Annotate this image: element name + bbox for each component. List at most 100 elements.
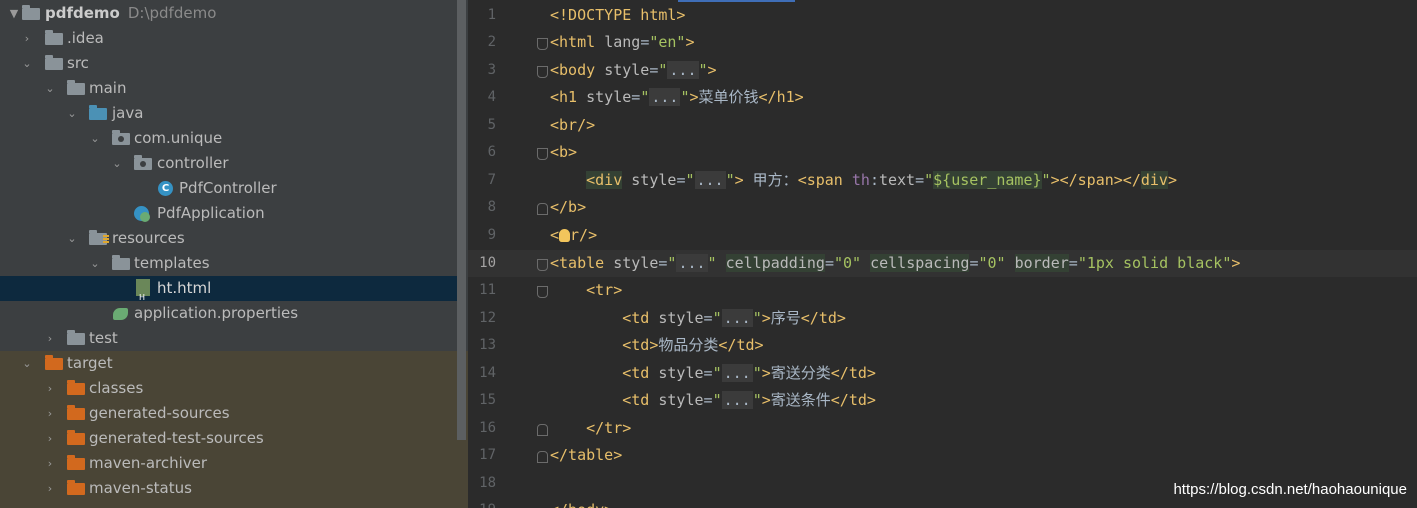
chevron-right-icon[interactable]: › bbox=[43, 426, 57, 451]
html-file-icon bbox=[136, 279, 150, 310]
excluded-folder-icon bbox=[67, 430, 85, 445]
tree-scrollbar[interactable] bbox=[457, 0, 466, 440]
chevron-down-icon[interactable]: ▼ bbox=[7, 1, 21, 26]
tree-item-pdfcontroller[interactable]: C PdfController bbox=[0, 176, 458, 201]
tree-item-generated-test-sources[interactable]: › generated-test-sources bbox=[0, 426, 458, 451]
code-text: 菜单价钱 bbox=[698, 88, 759, 106]
fold-marker-icon[interactable] bbox=[537, 286, 548, 298]
chevron-right-icon[interactable]: › bbox=[43, 326, 57, 351]
chevron-right-icon[interactable]: › bbox=[43, 376, 57, 401]
tree-item-test[interactable]: › test bbox=[0, 326, 458, 351]
tree-item-label: test bbox=[89, 329, 118, 347]
tree-item-src[interactable]: ⌄ src bbox=[0, 51, 458, 76]
excluded-folder-icon bbox=[67, 455, 85, 470]
code-line-3[interactable]: <body style="... "> bbox=[550, 57, 717, 84]
tree-item-target[interactable]: ⌄ target bbox=[0, 351, 458, 376]
chevron-down-icon[interactable]: ⌄ bbox=[43, 76, 57, 101]
tree-item-controller[interactable]: ⌄ controller bbox=[0, 151, 458, 176]
code-editor[interactable]: 1 2 3 4 5 6 7 8 9 10 11 12 13 14 15 16 1… bbox=[468, 0, 1417, 508]
chevron-down-icon[interactable]: ⌄ bbox=[88, 251, 102, 276]
code-line-8[interactable]: </b> bbox=[550, 194, 586, 221]
code-line-9[interactable]: < r/> bbox=[550, 222, 597, 249]
doctype: <!DOCTYPE html> bbox=[550, 6, 686, 24]
tree-item-label: PdfController bbox=[179, 179, 277, 197]
fold-marker-icon[interactable] bbox=[537, 259, 548, 271]
fold-marker-icon[interactable] bbox=[537, 66, 548, 78]
chevron-right-icon[interactable]: › bbox=[43, 451, 57, 476]
chevron-right-icon[interactable]: › bbox=[43, 401, 57, 426]
code-line-7[interactable]: <div style="... "> 甲方：<span th:text="${us… bbox=[550, 167, 1177, 194]
tree-item-label: resources bbox=[112, 229, 185, 247]
code-line-16[interactable]: </tr> bbox=[550, 415, 631, 442]
tree-item-idea[interactable]: › .idea bbox=[0, 26, 458, 51]
chevron-right-icon[interactable]: › bbox=[20, 26, 34, 51]
code-line-5[interactable]: <br/> bbox=[550, 112, 595, 139]
chevron-down-icon[interactable]: ⌄ bbox=[88, 126, 102, 151]
tree-item-ht-html[interactable]: ht.html bbox=[0, 276, 458, 310]
code-line-10[interactable]: <table style="... " cellpadding="0" cells… bbox=[550, 250, 1240, 277]
code-line-12[interactable]: <td style="... ">序号</td> bbox=[550, 305, 846, 332]
line-number-current: 10 bbox=[479, 255, 496, 271]
tree-item-resources[interactable]: ⌄ resources bbox=[0, 226, 458, 251]
line-number: 16 bbox=[479, 420, 496, 436]
code-line-13[interactable]: <td>物品分类</td> bbox=[550, 332, 763, 359]
line-number: 7 bbox=[487, 172, 496, 188]
tree-item-classes[interactable]: › classes bbox=[0, 376, 458, 401]
tree-item-label: generated-test-sources bbox=[89, 429, 264, 447]
code-line-6[interactable]: <b> bbox=[550, 139, 577, 166]
fold-marker-icon[interactable] bbox=[537, 38, 548, 50]
folded-placeholder[interactable]: ... bbox=[649, 88, 681, 106]
folder-icon bbox=[67, 80, 85, 95]
code-line-15[interactable]: <td style="... ">寄送条件</td> bbox=[550, 387, 876, 414]
folded-placeholder[interactable]: ... bbox=[721, 309, 753, 327]
code-text: 甲方： bbox=[743, 171, 798, 189]
fold-marker-icon[interactable] bbox=[537, 451, 548, 463]
tree-item-label: templates bbox=[134, 254, 210, 272]
code-line-14[interactable]: <td style="... ">寄送分类</td> bbox=[550, 360, 876, 387]
tree-item-java[interactable]: ⌄ java bbox=[0, 101, 458, 126]
tab-underline bbox=[678, 0, 795, 2]
lightbulb-icon[interactable] bbox=[559, 229, 571, 242]
tree-item-label: generated-sources bbox=[89, 404, 230, 422]
project-tree-panel: ▼ pdfdemo D:\pdfdemo › .idea ⌄ src ⌄ main… bbox=[0, 0, 468, 508]
tree-item-maven-archiver[interactable]: › maven-archiver bbox=[0, 451, 458, 476]
folded-placeholder[interactable]: ... bbox=[667, 61, 699, 79]
code-line-11[interactable]: <tr> bbox=[550, 277, 622, 304]
tree-item-pdfdemo[interactable]: ▼ pdfdemo D:\pdfdemo bbox=[0, 1, 458, 26]
code-line-4[interactable]: <h1 style="... ">菜单价钱</h1> bbox=[550, 84, 804, 111]
tree-item-label: classes bbox=[89, 379, 144, 397]
chevron-down-icon[interactable]: ⌄ bbox=[65, 226, 79, 251]
tree-item-label: com.unique bbox=[134, 129, 223, 147]
code-text: 物品分类 bbox=[658, 336, 719, 354]
chevron-down-icon[interactable]: ⌄ bbox=[20, 51, 34, 76]
code-line-17[interactable]: </table> bbox=[550, 442, 622, 469]
code-line-2[interactable]: <html lang="en"> bbox=[550, 29, 695, 56]
tree-item-pdfapplication[interactable]: PdfApplication bbox=[0, 201, 458, 226]
spring-properties-icon bbox=[113, 308, 128, 320]
tree-item-application-properties[interactable]: application.properties bbox=[0, 301, 458, 326]
folded-placeholder[interactable]: ... bbox=[721, 364, 753, 382]
folder-icon bbox=[45, 55, 63, 70]
code-line-19[interactable]: </body> bbox=[550, 497, 613, 508]
chevron-down-icon[interactable]: ⌄ bbox=[65, 101, 79, 126]
tree-item-generated-sources[interactable]: › generated-sources bbox=[0, 401, 458, 426]
line-number: 1 bbox=[487, 7, 496, 23]
tree-item-label: main bbox=[89, 79, 127, 97]
fold-marker-icon[interactable] bbox=[537, 203, 548, 215]
chevron-down-icon[interactable]: ⌄ bbox=[110, 151, 124, 176]
line-number: 15 bbox=[479, 392, 496, 408]
fold-marker-icon[interactable] bbox=[537, 424, 548, 436]
fold-marker-icon[interactable] bbox=[537, 148, 548, 160]
code-line-1[interactable]: <!DOCTYPE html> bbox=[550, 2, 685, 29]
tree-item-maven-status[interactable]: › maven-status bbox=[0, 476, 458, 501]
thymeleaf-expression: ${user_name} bbox=[933, 171, 1042, 189]
spring-boot-app-icon bbox=[134, 206, 150, 222]
folded-placeholder[interactable]: ... bbox=[694, 171, 726, 189]
chevron-down-icon[interactable]: ⌄ bbox=[20, 351, 34, 376]
tree-item-templates[interactable]: ⌄ templates bbox=[0, 251, 458, 276]
tree-item-main[interactable]: ⌄ main bbox=[0, 76, 458, 101]
tree-item-com-unique[interactable]: ⌄ com.unique bbox=[0, 126, 458, 151]
folded-placeholder[interactable]: ... bbox=[676, 254, 708, 272]
folded-placeholder[interactable]: ... bbox=[721, 391, 753, 409]
chevron-right-icon[interactable]: › bbox=[43, 476, 57, 501]
